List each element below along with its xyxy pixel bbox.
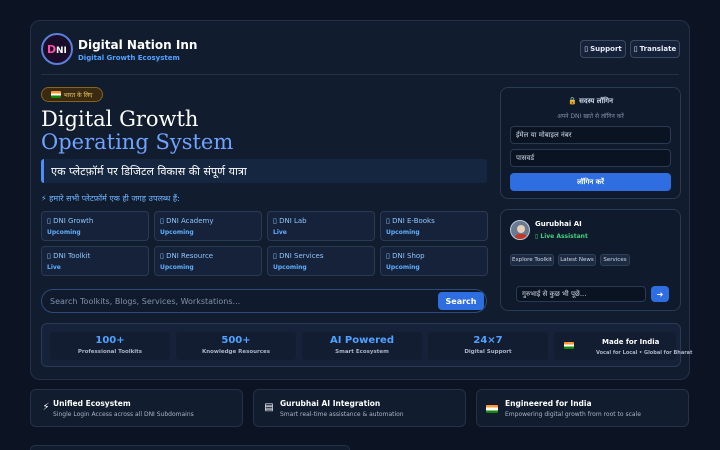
module-card-dni-lab[interactable]: ▯ DNI Lab Live (267, 211, 375, 241)
module-card-dni-toolkit[interactable]: ▯ DNI Toolkit Live (41, 246, 149, 276)
search-button[interactable]: Search (438, 292, 484, 310)
stat-label: Knowledge Resources (201, 349, 271, 355)
search-placeholder: Search Toolkits, Blogs, Services, Workst… (50, 297, 241, 306)
feature-subtitle: Smart real-time assistance & automation (280, 411, 404, 418)
feature-card-unified: ⚡ Unified Ecosystem Single Login Access … (30, 389, 243, 427)
module-title: ▯ DNI Services (273, 252, 324, 260)
india-stat-subtitle: Vocal for Local • Global for Bharat (596, 350, 693, 356)
module-title: ▯ DNI E-Books (386, 217, 435, 225)
dni-logo-icon: D NI (47, 43, 67, 56)
svg-text:NI: NI (56, 46, 67, 56)
stat-made-for-india: Made for India Vocal for Local • Global … (554, 332, 692, 360)
brand-subtitle: Digital Growth Ecosystem (78, 54, 180, 62)
module-card-dni-resource[interactable]: ▯ DNI Resource Upcoming (154, 246, 262, 276)
stat-value: 500+ (221, 335, 251, 346)
stat-value: 24×7 (473, 335, 503, 346)
email-field[interactable]: ईमेल या मोबाइल नंबर (510, 126, 671, 144)
stat-value: 100+ (95, 335, 125, 346)
chat-input[interactable]: गुरुभाई से कुछ भी पूछें... (516, 286, 646, 302)
support-label: Support (590, 45, 622, 53)
module-title: ▯ DNI Lab (273, 217, 307, 225)
brand-logo[interactable]: D NI (41, 33, 73, 65)
stat-label: Smart Ecosystem (335, 349, 389, 355)
stat-label: Professional Toolkits (77, 349, 143, 355)
svg-text:D: D (47, 43, 56, 56)
module-status: Upcoming (47, 229, 81, 236)
stats-bar: 100+ Professional Toolkits 500+ Knowledg… (41, 323, 692, 367)
badge-label: भारत के लिए (63, 91, 93, 99)
stat-toolkits: 100+ Professional Toolkits (50, 332, 170, 360)
login-panel: 🔒 सदस्य लॉगिन अपने DNI खाते से लॉगिन करे… (500, 87, 681, 199)
brand-title: Digital Nation Inn (78, 38, 198, 52)
module-status: Live (47, 264, 61, 271)
header: D NI Digital Nation Inn Digital Growth E… (41, 33, 680, 65)
chip-latest-news[interactable]: Latest News (558, 254, 596, 266)
module-card-dni-academy[interactable]: ▯ DNI Academy Upcoming (154, 211, 262, 241)
stat-support: 24×7 Digital Support (428, 332, 548, 360)
header-divider (41, 74, 679, 75)
server-icon: ▤ (264, 402, 274, 413)
module-card-dni-growth[interactable]: ▯ DNI Growth Upcoming (41, 211, 149, 241)
support-button[interactable]: ▯ Support (580, 40, 626, 58)
module-status: Upcoming (160, 229, 194, 236)
login-button[interactable]: लॉगिन करें (510, 173, 671, 191)
feature-card-gurubhai: ▤ Gurubhai AI Integration Smart real-tim… (253, 389, 466, 427)
module-title: ▯ DNI Shop (386, 252, 425, 260)
assistant-name: Gurubhai AI (535, 220, 582, 228)
login-title: 🔒 सदस्य लॉगिन (567, 97, 614, 105)
module-card-dni-ebooks[interactable]: ▯ DNI E-Books Upcoming (380, 211, 488, 241)
feature-title: Engineered for India (505, 399, 592, 408)
person-icon (515, 225, 527, 239)
stat-resources: 500+ Knowledge Resources (176, 332, 296, 360)
module-card-dni-services[interactable]: ▯ DNI Services Upcoming (267, 246, 375, 276)
module-card-dni-shop[interactable]: ▯ DNI Shop Upcoming (380, 246, 488, 276)
hero-tagline: एक प्लेटफ़ॉर्म पर डिजिटल विकास की संपूर्… (41, 159, 487, 183)
feature-subtitle: Single Login Access across all DNI Subdo… (53, 411, 194, 418)
module-title: ▯ DNI Resource (160, 252, 214, 260)
lightning-icon: ⚡ (42, 402, 50, 413)
module-status: Upcoming (386, 229, 420, 236)
module-title: ▯ DNI Toolkit (47, 252, 91, 260)
module-title: ▯ DNI Growth (47, 217, 94, 225)
india-badge: भारत के लिए (41, 87, 103, 102)
module-status: Upcoming (386, 264, 420, 271)
stat-value: AI Powered (329, 335, 395, 346)
features-heading: ⚡ हमारे सभी प्लेटफ़ॉर्म एक ही जगह उपलब्ध… (41, 194, 180, 203)
login-subtitle: अपने DNI खाते से लॉगिन करें (557, 113, 624, 120)
main-card: D NI Digital Nation Inn Digital Growth E… (30, 20, 692, 380)
hero-title-line1: Digital Growth (41, 107, 199, 131)
support-icon: ▯ (584, 45, 589, 53)
feature-title: Gurubhai AI Integration (280, 399, 381, 408)
translate-label: Translate (639, 45, 677, 53)
search-input[interactable]: Search Toolkits, Blogs, Services, Workst… (41, 289, 487, 313)
translate-button[interactable]: ▯ Translate (630, 40, 680, 58)
hero-title-line2: Operating System (41, 130, 234, 154)
india-stat-title: Made for India (602, 338, 660, 346)
password-field[interactable]: पासवर्ड (510, 149, 671, 167)
module-title: ▯ DNI Academy (160, 217, 214, 225)
assistant-status: ▯ Live Assistant (535, 233, 588, 240)
india-flag-icon (51, 91, 62, 98)
feature-card-india: Engineered for India Empowering digital … (476, 389, 689, 427)
ai-assistant-panel: Gurubhai AI ▯ Live Assistant Explore Too… (500, 209, 681, 311)
india-flag-icon (564, 342, 574, 349)
module-status: Upcoming (160, 264, 194, 271)
module-status: Live (273, 229, 287, 236)
stat-ai: AI Powered Smart Ecosystem (302, 332, 422, 360)
next-section-card (30, 445, 350, 450)
send-button[interactable]: ➜ (651, 286, 669, 302)
chip-services[interactable]: Services (600, 254, 630, 266)
stat-label: Digital Support (464, 349, 512, 355)
assistant-avatar (510, 220, 530, 240)
feature-title: Unified Ecosystem (53, 399, 131, 408)
translate-icon: ▯ (633, 45, 638, 53)
module-status: Upcoming (273, 264, 307, 271)
chip-explore-toolkit[interactable]: Explore Toolkit (510, 254, 554, 266)
feature-subtitle: Empowering digital growth from root to s… (505, 411, 641, 418)
india-flag-icon (486, 405, 498, 413)
